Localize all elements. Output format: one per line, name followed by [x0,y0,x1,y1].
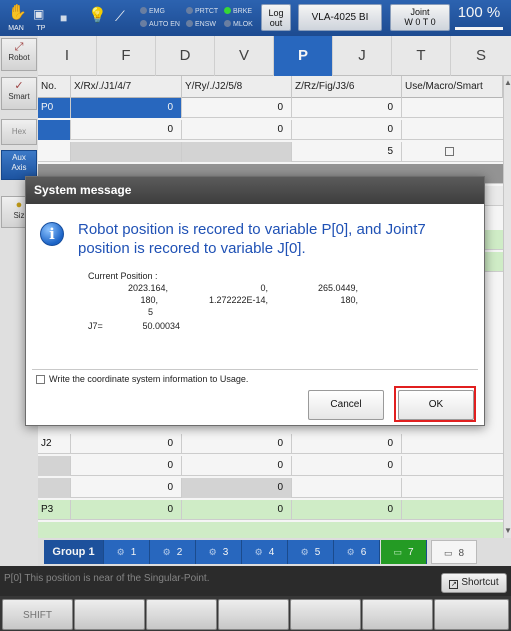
write-usage-checkbox[interactable] [36,375,45,384]
info-icon: i [40,222,64,246]
current-position-label: Current Position : [88,271,158,281]
position-value: 265.0449, [317,283,358,293]
position-value: 180, [340,295,358,305]
position-value: 0, [260,283,268,293]
cancel-button[interactable]: Cancel [308,390,384,420]
j7-label: J7= [88,321,103,331]
position-value: 180, [140,295,158,305]
position-values-row: 5 [88,307,368,319]
dialog-divider [32,369,478,370]
position-value: 1.272222E-14, [208,295,268,305]
j7-value: 50.00034 [142,321,180,331]
dialog-title: System message [26,177,484,204]
position-value: 2023.164, [127,283,168,293]
position-values-row: 180, 1.272222E-14, 180, [88,295,368,307]
position-values-row: 2023.164, 0, 265.0449, [88,283,368,295]
ok-button-highlight [394,386,476,422]
position-value: 5 [147,307,153,317]
write-usage-label: Write the coordinate system information … [49,374,249,384]
j7-row: J7= 50.00034 [88,321,368,333]
dialog-message: Robot position is recored to variable P[… [78,221,426,257]
